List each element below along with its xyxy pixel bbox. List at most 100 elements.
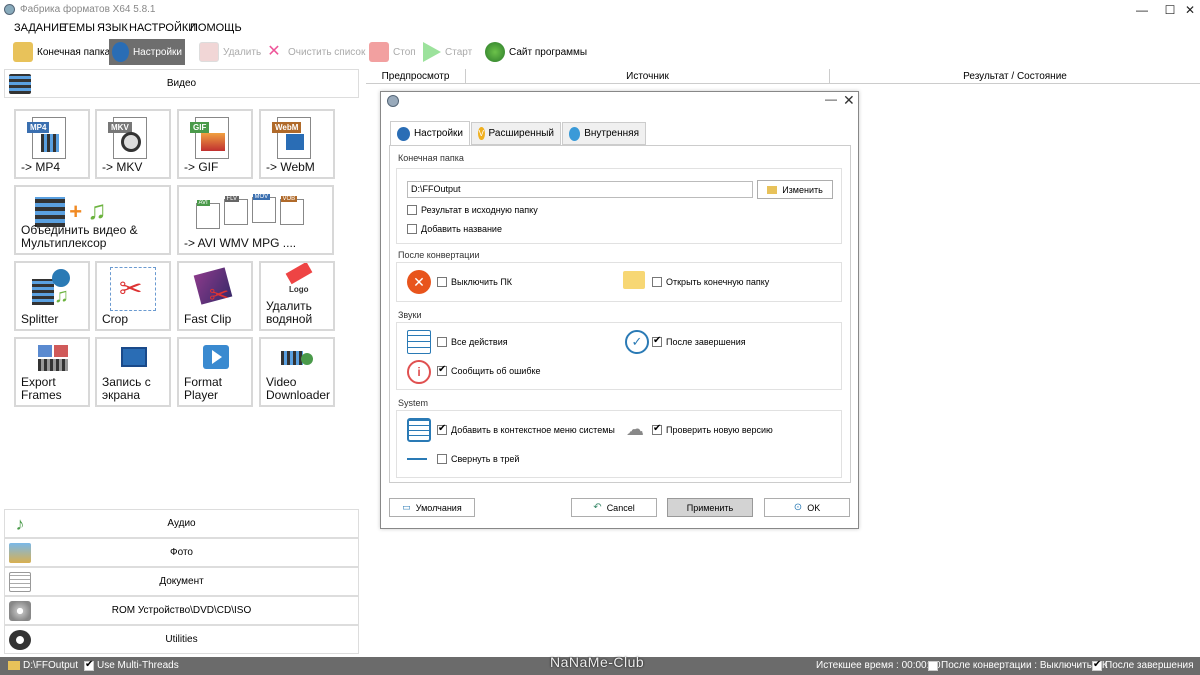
ok-button[interactable]: ⊙ OK: [764, 498, 850, 517]
tile-label: -> MKV: [102, 160, 143, 174]
defaults-button[interactable]: ▭ Умолчания: [389, 498, 475, 517]
apply-button[interactable]: Применить: [667, 498, 753, 517]
music-note-icon: ♪: [15, 514, 25, 534]
open-output-folder-checkbox[interactable]: Открыть конечную папку: [652, 277, 769, 287]
left-panel: Видео MP4 -> MP4 MKV -> MKV GIF -> GIF W…: [0, 67, 362, 657]
category-utilities[interactable]: Utilities: [4, 625, 359, 654]
after-conversion-status-checkbox[interactable]: После конвертации : Выключить ПК: [928, 660, 1108, 671]
after-finish-box: [1092, 659, 1102, 671]
tile-label: Удалить водяной: [266, 299, 313, 326]
tab-advanced[interactable]: V Расширенный: [471, 122, 561, 145]
menu-language[interactable]: ЯЗЫК: [97, 22, 128, 34]
tile-to-mkv[interactable]: MKV -> MKV: [95, 109, 171, 179]
tile-label: Объединить видео & Мультиплексор: [21, 223, 138, 250]
tab-settings[interactable]: Настройки: [390, 121, 470, 146]
shutdown-icon: ✕: [407, 270, 431, 294]
minimize-tray-checkbox[interactable]: Свернуть в трей: [437, 454, 519, 464]
website-button[interactable]: Сайт программы: [482, 39, 590, 65]
menu-task[interactable]: ЗАДАНИЕ: [14, 22, 66, 34]
document-delete-icon: [199, 42, 219, 62]
close-button[interactable]: ✕: [1176, 0, 1200, 20]
sounds-group: Все действия ✓ После завершения i Сообщи…: [396, 322, 842, 390]
settings-button[interactable]: Настройки: [109, 39, 185, 65]
tile-format-player[interactable]: Format Player: [177, 337, 253, 407]
tile-remove-watermark[interactable]: Logo Удалить водяной: [259, 261, 335, 331]
section-sounds: Звуки: [398, 310, 422, 320]
report-error-box: [437, 364, 447, 376]
sliders-icon: [407, 330, 431, 354]
folder-icon: [13, 42, 33, 62]
tile-video-downloader[interactable]: Video Downloader: [259, 337, 335, 407]
tile-merge-video[interactable]: + ♫ Объединить видео & Мультиплексор: [14, 185, 171, 255]
tile-to-gif[interactable]: GIF -> GIF: [177, 109, 253, 179]
menu-themes[interactable]: ТЕМЫ: [62, 22, 95, 34]
shutdown-pc-box: [437, 277, 447, 287]
system-group: Добавить в контекстное меню системы ☁ Пр…: [396, 410, 842, 478]
output-path-field[interactable]: D:\FFOutput: [407, 181, 753, 198]
tile-fast-clip[interactable]: ✂ Fast Clip: [177, 261, 253, 331]
after-finish-status-checkbox[interactable]: После завершения: [1092, 659, 1194, 671]
tile-to-mp4[interactable]: MP4 -> MP4: [14, 109, 90, 179]
delete-button[interactable]: Удалить: [196, 39, 264, 65]
menu-settings[interactable]: НАСТРОЙКИ: [129, 22, 196, 34]
menu-help[interactable]: ПОМОЩЬ: [190, 22, 242, 34]
column-preview[interactable]: Предпросмотр: [366, 69, 466, 84]
after-finish-checkbox[interactable]: После завершения: [652, 335, 746, 347]
open-folder-box: [652, 277, 662, 287]
photo-icon: [9, 543, 31, 563]
category-document[interactable]: Документ: [4, 567, 359, 596]
disc-icon: [9, 601, 31, 621]
window-title: Фабрика форматов X64 5.8.1: [20, 4, 156, 15]
fast-clip-icon: ✂: [193, 267, 235, 309]
menu-bar: ЗАДАНИЕ ТЕМЫ ЯЗЫК НАСТРОЙКИ ПОМОЩЬ: [0, 20, 1200, 37]
context-menu-checkbox[interactable]: Добавить в контекстное меню системы: [437, 423, 615, 435]
category-rom-device[interactable]: ROM Устройство\DVD\CD\ISO: [4, 596, 359, 625]
result-in-source-checkbox[interactable]: Результат в исходную папку: [407, 205, 538, 215]
printer-icon: ▭: [402, 502, 411, 512]
change-folder-button[interactable]: Изменить: [757, 180, 833, 199]
dialog-close-button[interactable]: ✕: [843, 92, 855, 109]
tile-to-webm[interactable]: WebM -> WebM: [259, 109, 335, 179]
webm-file-icon: WebM: [272, 117, 317, 159]
all-actions-checkbox[interactable]: Все действия: [437, 337, 508, 347]
start-button[interactable]: Старт: [420, 39, 475, 65]
output-folder-button[interactable]: Конечная папка: [10, 39, 113, 65]
tile-label: Export Frames: [21, 375, 62, 402]
report-error-checkbox[interactable]: Сообщить об ошибке: [437, 364, 541, 376]
tile-screen-record[interactable]: Запись с экрана: [95, 337, 171, 407]
tile-export-frames[interactable]: Export Frames: [14, 337, 90, 407]
tile-to-avi-wmv-mpg[interactable]: AVI FLV MOV VOB -> AVI WMV MPG ....: [177, 185, 334, 255]
category-photo[interactable]: Фото: [4, 538, 359, 567]
globe-icon: [485, 42, 505, 62]
cloud-upload-icon: ☁: [626, 419, 644, 439]
column-source[interactable]: Источник: [466, 69, 830, 84]
minimize-button[interactable]: —: [1128, 0, 1156, 20]
category-audio[interactable]: ♪ Аудио: [4, 509, 359, 538]
section-after-conversion: После конвертации: [398, 250, 480, 260]
gear-icon: [569, 126, 581, 141]
after-finish-box: [652, 335, 662, 347]
cancel-button[interactable]: ↶ Cancel: [571, 498, 657, 517]
checkmark-circle-icon: ✓: [625, 330, 649, 354]
dialog-app-icon: [387, 95, 399, 107]
check-new-version-checkbox[interactable]: Проверить новую версию: [652, 423, 773, 435]
add-name-checkbox[interactable]: Добавить название: [407, 224, 502, 234]
column-result-status[interactable]: Результат / Состояние: [830, 69, 1200, 84]
clear-list-button[interactable]: ✕ Очистить список: [261, 39, 368, 65]
tab-internal[interactable]: Внутренняя: [562, 122, 646, 145]
tile-crop[interactable]: ✂ Crop: [95, 261, 171, 331]
shutdown-pc-checkbox[interactable]: Выключить ПК: [437, 277, 512, 287]
category-video[interactable]: Видео: [4, 69, 359, 98]
dialog-minimize-button[interactable]: —: [825, 92, 837, 106]
tile-splitter[interactable]: ♫ Splitter: [14, 261, 90, 331]
v-badge-icon: V: [478, 127, 485, 140]
minimize-tray-icon: [407, 458, 427, 460]
tile-label: Splitter: [21, 312, 59, 326]
multithreads-checkbox[interactable]: Use Multi-Threads: [84, 659, 179, 671]
add-context-menu-box: [437, 423, 447, 435]
tile-label: -> WebM: [266, 160, 315, 174]
stop-button[interactable]: Стоп: [366, 39, 419, 65]
tile-label: Fast Clip: [184, 312, 232, 326]
status-output-path[interactable]: D:\FFOutput: [8, 660, 78, 671]
check-circle-icon: ⊙: [793, 502, 803, 513]
